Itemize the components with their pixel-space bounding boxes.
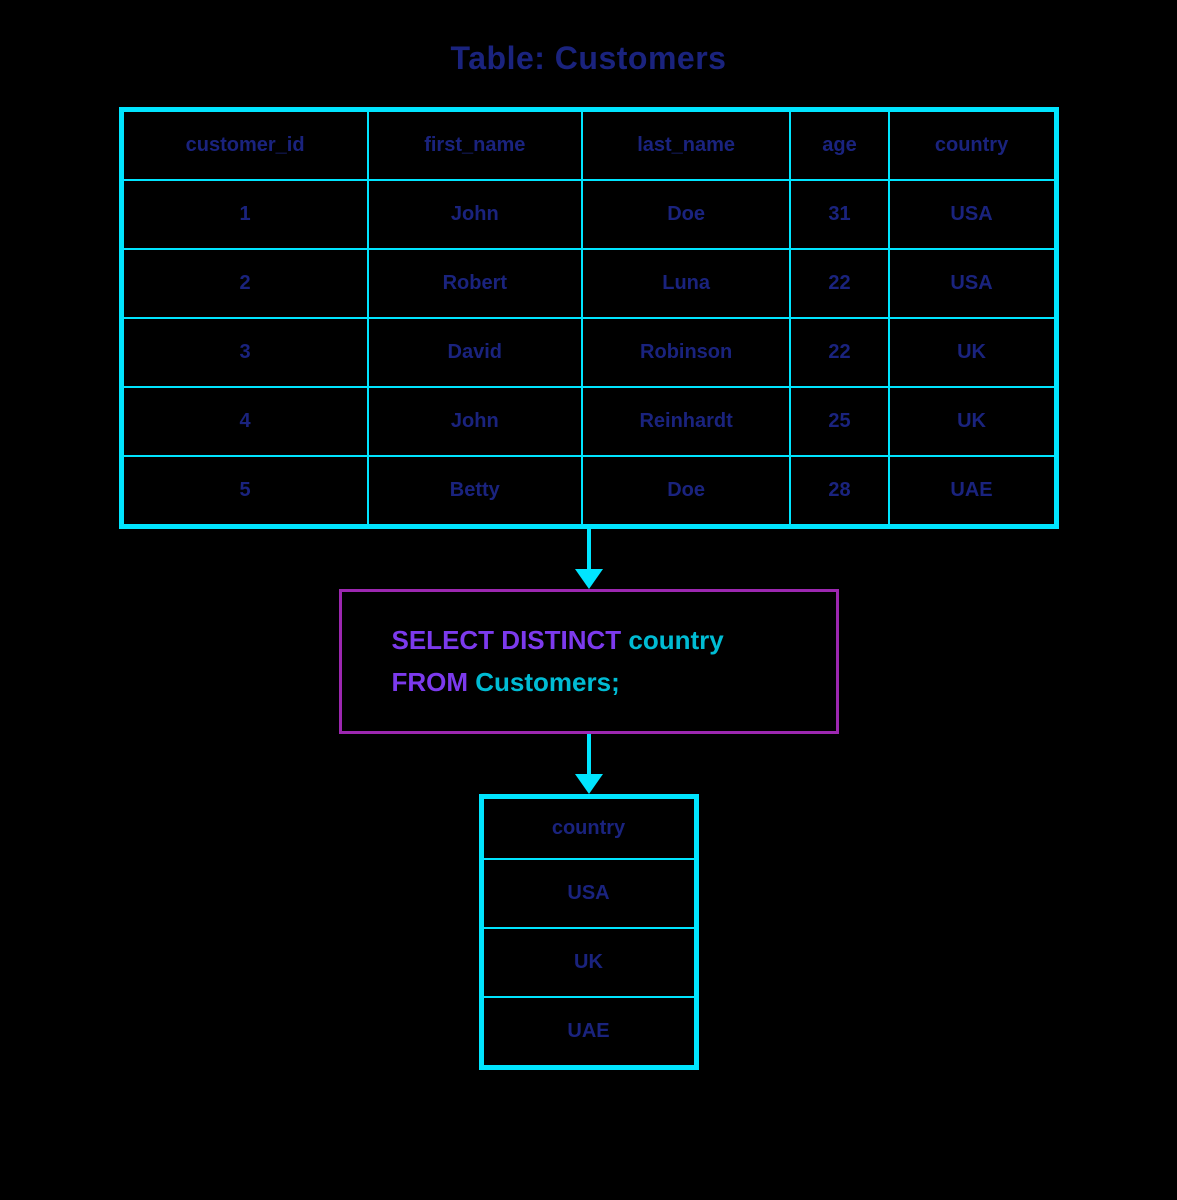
table-cell: Betty xyxy=(368,456,582,525)
table-cell: UK xyxy=(483,928,695,997)
col-header-first-name: first_name xyxy=(368,111,582,180)
table-cell: Doe xyxy=(582,180,790,249)
sql-plain-country: country xyxy=(621,625,724,655)
table-row: 3DavidRobinson22UK xyxy=(123,318,1055,387)
table-cell: David xyxy=(368,318,582,387)
col-header-age: age xyxy=(790,111,888,180)
result-header-row: country xyxy=(483,798,695,859)
table-cell: Robert xyxy=(368,249,582,318)
arrow-2 xyxy=(575,734,603,794)
sql-keyword-select: SELECT DISTINCT xyxy=(392,625,622,655)
col-header-country: country xyxy=(889,111,1055,180)
main-container: Table: Customers customer_id first_name … xyxy=(39,40,1139,1070)
arrow-2-line xyxy=(587,734,591,774)
sql-plain-customers: Customers; xyxy=(468,667,620,697)
table-cell: 1 xyxy=(123,180,368,249)
table-cell: USA xyxy=(483,859,695,928)
table-cell: USA xyxy=(889,249,1055,318)
table-row: UK xyxy=(483,928,695,997)
table-cell: 28 xyxy=(790,456,888,525)
result-table-wrapper: country USAUKUAE xyxy=(479,794,699,1070)
table-cell: UAE xyxy=(889,456,1055,525)
sql-box: SELECT DISTINCT country FROM Customers; xyxy=(339,589,839,734)
table-cell: John xyxy=(368,180,582,249)
col-header-last-name: last_name xyxy=(582,111,790,180)
table-cell: John xyxy=(368,387,582,456)
arrow-1 xyxy=(575,529,603,589)
table-header-row: customer_id first_name last_name age cou… xyxy=(123,111,1055,180)
table-row: 4JohnReinhardt25UK xyxy=(123,387,1055,456)
table-cell: Doe xyxy=(582,456,790,525)
table-row: UAE xyxy=(483,997,695,1066)
sql-keyword-from: FROM xyxy=(392,667,469,697)
table-cell: UAE xyxy=(483,997,695,1066)
table-row: 5BettyDoe28UAE xyxy=(123,456,1055,525)
table-cell: UK xyxy=(889,318,1055,387)
table-cell: 31 xyxy=(790,180,888,249)
table-cell: 4 xyxy=(123,387,368,456)
table-row: 2RobertLuna22USA xyxy=(123,249,1055,318)
arrow-2-head xyxy=(575,774,603,794)
result-table: country USAUKUAE xyxy=(482,797,696,1067)
arrow-1-line xyxy=(587,529,591,569)
result-table-body: USAUKUAE xyxy=(483,859,695,1066)
table-cell: Luna xyxy=(582,249,790,318)
source-table: customer_id first_name last_name age cou… xyxy=(122,110,1056,526)
table-cell: Robinson xyxy=(582,318,790,387)
table-row: 1JohnDoe31USA xyxy=(123,180,1055,249)
source-table-body: 1JohnDoe31USA2RobertLuna22USA3DavidRobin… xyxy=(123,180,1055,525)
table-cell: 22 xyxy=(790,318,888,387)
source-table-wrapper: customer_id first_name last_name age cou… xyxy=(119,107,1059,529)
sql-text: SELECT DISTINCT country FROM Customers; xyxy=(392,620,786,703)
table-cell: Reinhardt xyxy=(582,387,790,456)
col-header-customer-id: customer_id xyxy=(123,111,368,180)
arrow-1-head xyxy=(575,569,603,589)
page-title: Table: Customers xyxy=(451,40,727,77)
table-cell: USA xyxy=(889,180,1055,249)
table-row: USA xyxy=(483,859,695,928)
result-col-header-country: country xyxy=(483,798,695,859)
table-cell: 3 xyxy=(123,318,368,387)
table-cell: 25 xyxy=(790,387,888,456)
table-cell: 2 xyxy=(123,249,368,318)
table-cell: 5 xyxy=(123,456,368,525)
table-cell: 22 xyxy=(790,249,888,318)
table-cell: UK xyxy=(889,387,1055,456)
